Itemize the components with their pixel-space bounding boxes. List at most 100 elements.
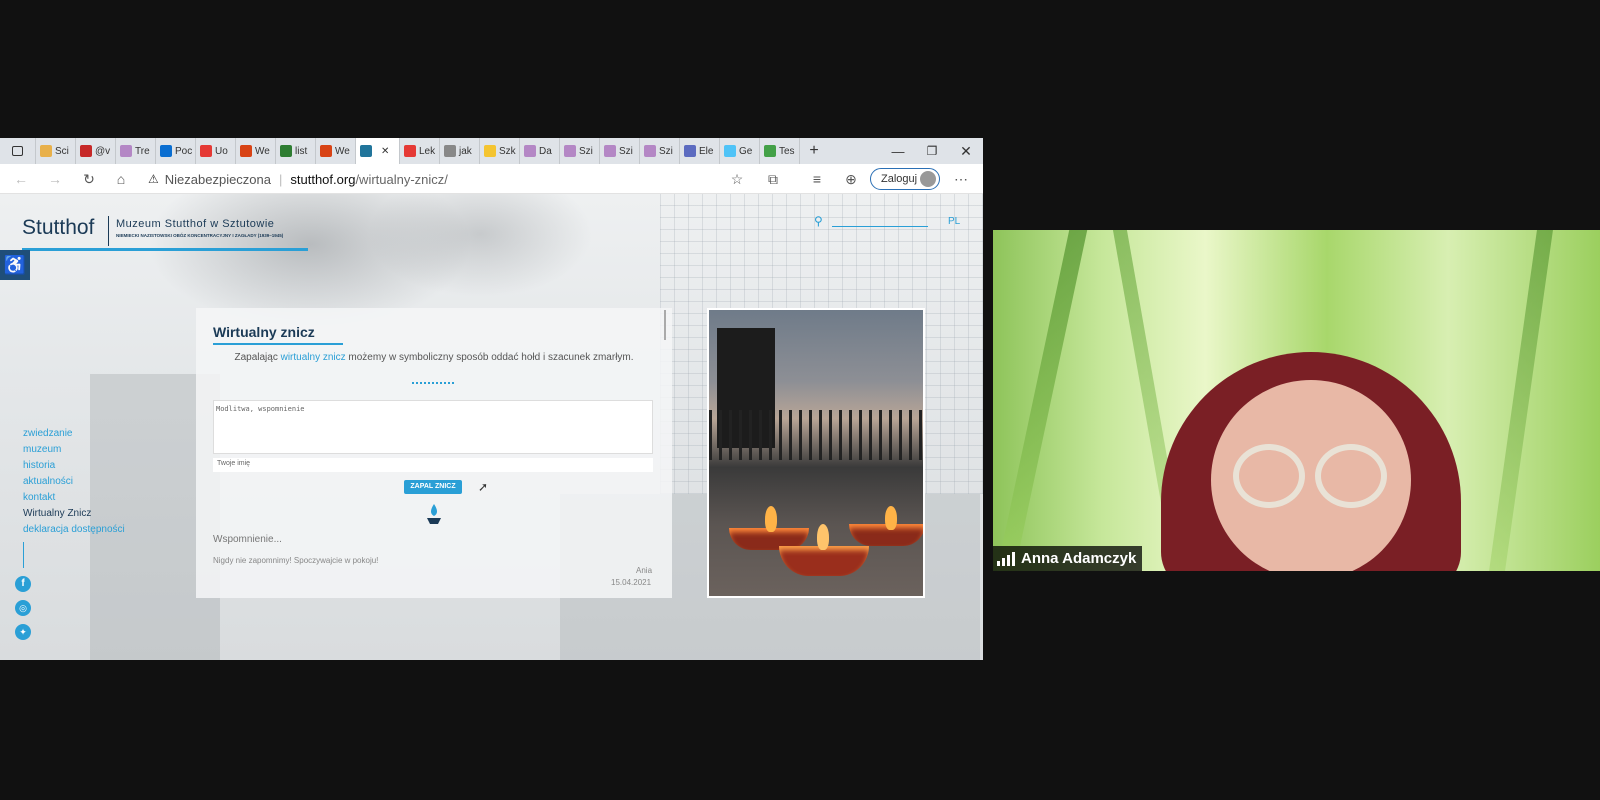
sidebar-menu-item[interactable]: historia (23, 458, 125, 474)
browser-tab[interactable]: Szi (640, 138, 680, 164)
tab-label: list (295, 145, 308, 157)
tab-favicon-icon (484, 145, 496, 157)
tab-favicon-icon (644, 145, 656, 157)
tab-favicon-icon (524, 145, 536, 157)
tab-favicon-icon (120, 145, 132, 157)
glasses (1315, 444, 1387, 508)
browser-tab[interactable]: Lek (400, 138, 440, 164)
add-favorite-icon[interactable]: ☆ (728, 170, 746, 188)
tab-label: We (255, 145, 270, 157)
memorial-photo (707, 308, 925, 598)
tab-favicon-icon (40, 145, 52, 157)
collections-icon[interactable]: ⊕ (842, 170, 860, 188)
browser-tab[interactable]: Tre (116, 138, 156, 164)
intro-text: Zapalając wirtualny znicz możemy w symbo… (234, 352, 634, 363)
logo-text: Stutthof (22, 216, 95, 239)
tab-favicon-icon (404, 145, 416, 157)
name-tag: Anna Adamczyk (993, 546, 1143, 571)
sidebar-menu-item[interactable]: kontakt (23, 490, 125, 506)
sidebar-menu-item[interactable]: aktualności (23, 474, 125, 490)
browser-tab[interactable]: Sci (36, 138, 76, 164)
tab-favicon-icon (360, 145, 372, 157)
tab-label: Szi (579, 145, 593, 157)
browser-window: Sci @v Tre Poc Uo We list We ✕ Lek jak Szk Da Szi Szi S… (0, 138, 983, 660)
url-box[interactable]: ⚠ Niezabezpieczona | stutthof.org /wirtu… (148, 167, 748, 191)
avatar (920, 171, 936, 187)
close-window-icon[interactable]: ✕ (949, 143, 983, 160)
instagram-icon[interactable]: ◎ (15, 600, 31, 616)
maximize-icon[interactable]: ❐ (915, 144, 949, 158)
twitter-icon[interactable]: ✦ (15, 624, 31, 640)
site-logo[interactable]: Stutthof Muzeum Stutthof w Sztutowie NIE… (22, 216, 308, 251)
scroll-indicator[interactable] (664, 310, 666, 340)
browser-tab[interactable]: Szk (480, 138, 520, 164)
facebook-icon[interactable]: f (15, 576, 31, 592)
flame (885, 506, 897, 530)
language-switch[interactable]: PL (948, 216, 960, 227)
browser-tab[interactable]: @v (76, 138, 116, 164)
glasses (1233, 444, 1305, 508)
extensions-icon[interactable]: ⧉ (764, 170, 782, 188)
browser-tab[interactable]: Da (520, 138, 560, 164)
browser-tab[interactable]: list (276, 138, 316, 164)
browser-tab[interactable]: Ge (720, 138, 760, 164)
tab-favicon-icon (280, 145, 292, 157)
sidebar-menu-item[interactable]: deklaracja dostępności (23, 522, 125, 538)
grass-blade (996, 230, 1088, 571)
tab-favicon-icon (764, 145, 776, 157)
page-content: Stutthof Muzeum Stutthof w Sztutowie NIE… (0, 194, 983, 660)
warning-icon: ⚠ (148, 172, 159, 186)
home-icon[interactable]: ⌂ (112, 170, 130, 188)
forward-icon[interactable]: → (46, 170, 64, 188)
browser-tab[interactable]: Poc (156, 138, 196, 164)
browser-tab[interactable]: Tes (760, 138, 800, 164)
tab-label: Sci (55, 145, 69, 157)
minimize-icon[interactable]: — (881, 144, 915, 159)
light-candle-button[interactable]: ZAPAL ZNICZ (404, 480, 462, 494)
tab-label: Szk (499, 145, 516, 157)
insecure-label: Niezabezpieczona (164, 171, 271, 187)
browser-tab[interactable]: We (316, 138, 356, 164)
sidebar-menu-item[interactable]: muzeum (23, 442, 125, 458)
name-input[interactable]: Twoje imię (213, 458, 653, 472)
search-icon[interactable]: ⚲ (814, 214, 823, 228)
participant-name: Anna Adamczyk (1021, 550, 1137, 567)
browser-tab[interactable]: ✕ (356, 138, 400, 164)
browser-tab[interactable]: Uo (196, 138, 236, 164)
tab-label: Ge (739, 145, 753, 157)
accessibility-button[interactable]: ♿ (0, 250, 30, 280)
browser-tab[interactable]: Ele (680, 138, 720, 164)
close-tab-icon[interactable]: ✕ (381, 146, 389, 157)
museum-subtitle: NIEMIECKI NAZISTOWSKI OBÓZ KONCENTRACYJN… (116, 233, 284, 238)
address-bar: ← → ↻ ⌂ ⚠ Niezabezpieczona | stutthof.or… (0, 164, 983, 194)
more-icon[interactable]: ⋯ (952, 170, 970, 188)
back-icon[interactable]: ← (12, 170, 30, 188)
new-tab-icon[interactable]: + (800, 138, 828, 164)
sidebar-menu: zwiedzanie muzeum historia aktualności konta… (15, 426, 125, 640)
memory-date: 15.04.2021 (611, 578, 652, 587)
intro-link[interactable]: wirtualny znicz (281, 352, 346, 363)
tab-label: Uo (215, 145, 228, 157)
sidebar-menu-item[interactable]: Wirtualny Znicz (23, 506, 125, 522)
favorites-icon[interactable]: ≡ (808, 170, 826, 188)
fire-bowl (779, 546, 869, 576)
browser-tab[interactable]: jak (440, 138, 480, 164)
browser-tab[interactable]: Szi (560, 138, 600, 164)
page-title: Wirtualny znicz (213, 324, 315, 340)
search-input[interactable] (832, 226, 928, 227)
browser-tab[interactable]: Szi (600, 138, 640, 164)
memory-title: Wspomnienie... (213, 534, 282, 545)
tab-actions-icon (12, 146, 23, 156)
memory-author: Ania (636, 566, 653, 575)
grass-blade (1489, 230, 1553, 571)
tab-actions-button[interactable] (0, 138, 36, 164)
login-button[interactable]: Zaloguj (870, 168, 940, 190)
memory-textarea[interactable]: Modlitwa, wspomnienie (213, 400, 653, 454)
tab-favicon-icon (684, 145, 696, 157)
candle-icon (424, 502, 444, 526)
refresh-icon[interactable]: ↻ (80, 170, 98, 188)
login-label: Zaloguj (881, 173, 918, 185)
museum-name: Muzeum Stutthof w Sztutowie (116, 218, 275, 230)
browser-tab[interactable]: We (236, 138, 276, 164)
sidebar-menu-item[interactable]: zwiedzanie (23, 426, 125, 442)
